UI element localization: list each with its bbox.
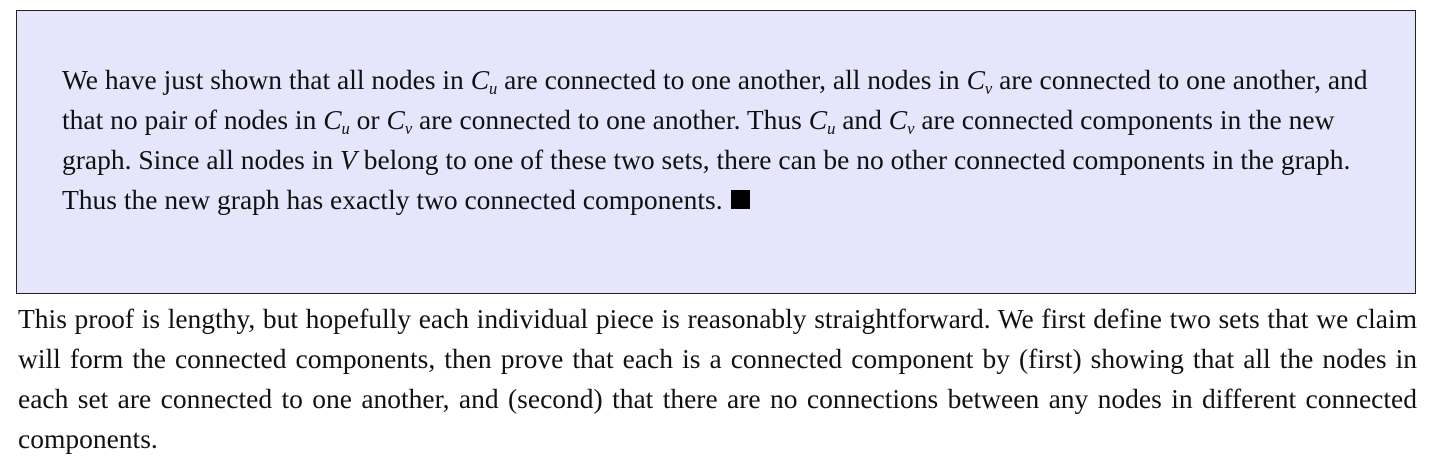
math-c-v: Cv [966, 64, 993, 97]
proof-box: We have just shown that all nodes in Cu … [16, 10, 1416, 294]
math-symbol: C [808, 104, 828, 135]
math-subscript: u [341, 118, 350, 138]
math-c-v: Cv [386, 104, 412, 137]
math-symbol: C [323, 104, 342, 135]
proof-text-segment: are connected to one another, all nodes … [497, 64, 967, 95]
math-c-v: Cv [888, 104, 915, 137]
math-symbol: C [966, 64, 985, 95]
math-c-u: Cu [470, 64, 498, 97]
math-c-u: Cu [323, 104, 350, 138]
explanation-paragraph: This proof is lengthy, but hopefully eac… [18, 303, 1417, 454]
proof-text-segment: are connected to one another. Thus [412, 104, 809, 135]
math-symbol: C [386, 104, 405, 135]
math-c-u: Cu [808, 104, 836, 137]
math-symbol: C [470, 64, 490, 95]
proof-text-segment: We have just shown that all nodes in [62, 64, 471, 95]
qed-square-icon [730, 190, 750, 209]
math-symbol: C [888, 104, 908, 135]
proof-text-segment: and [835, 104, 889, 135]
math-v: V [340, 144, 357, 175]
proof-text-segment: or [349, 104, 387, 135]
proof-text: We have just shown that all nodes in Cu … [62, 60, 1392, 220]
